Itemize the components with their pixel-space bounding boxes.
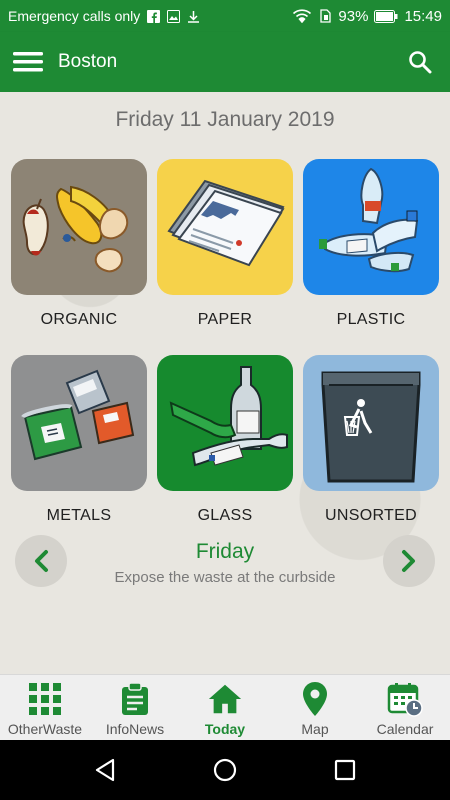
recents-square-icon	[334, 759, 356, 781]
organic-waste-image	[11, 159, 147, 295]
home-circle-icon	[213, 758, 237, 782]
nav-label: Calendar	[376, 721, 434, 737]
sim-icon	[318, 9, 332, 23]
map-pin-icon	[297, 681, 333, 717]
status-bar: Emergency calls only 93% 15:49	[0, 0, 450, 32]
category-label: GLASS	[197, 507, 253, 524]
city-title: Boston	[58, 51, 118, 72]
nav-label: Today	[204, 721, 246, 737]
menu-button[interactable]	[12, 46, 44, 78]
category-label: ORGANIC	[40, 311, 118, 328]
glass-waste-image	[157, 355, 293, 491]
category-label: METALS	[46, 507, 112, 524]
clipboard-icon	[117, 681, 153, 717]
facebook-icon	[146, 9, 160, 23]
main-content: Friday 11 January 2019 ORGANIC PAPER PLA…	[0, 92, 450, 674]
category-label: PAPER	[197, 311, 253, 328]
home-system-button[interactable]	[205, 750, 245, 790]
plastic-waste-image	[303, 159, 439, 295]
wifi-icon	[292, 9, 312, 23]
back-triangle-icon	[95, 758, 115, 782]
category-unsorted[interactable]: UNSORTED	[303, 355, 439, 525]
metals-waste-image	[11, 355, 147, 491]
current-date: Friday 11 January 2019	[115, 108, 335, 131]
chevron-right-icon	[402, 550, 415, 572]
collection-description: Expose the waste at the curbside	[114, 569, 336, 586]
system-navigation-bar	[0, 740, 450, 800]
category-organic[interactable]: ORGANIC	[11, 159, 147, 329]
nav-otherwaste[interactable]: OtherWaste	[0, 675, 90, 740]
nav-label: Map	[301, 721, 329, 737]
nav-today[interactable]: Today	[180, 675, 270, 740]
nav-infonews[interactable]: InfoNews	[90, 675, 180, 740]
bottom-navigation: OtherWaste InfoNews Today Map Calendar	[0, 674, 450, 740]
nav-calendar[interactable]: Calendar	[360, 675, 450, 740]
nav-label: InfoNews	[105, 721, 165, 737]
grid-icon	[27, 681, 63, 717]
recents-button[interactable]	[325, 750, 365, 790]
nav-map[interactable]: Map	[270, 675, 360, 740]
category-plastic[interactable]: PLASTIC	[303, 159, 439, 329]
battery-icon	[374, 9, 398, 23]
category-metals[interactable]: METALS	[11, 355, 147, 525]
category-paper[interactable]: PAPER	[157, 159, 293, 329]
carrier-text: Emergency calls only	[8, 8, 141, 24]
clock: 15:49	[404, 7, 442, 25]
home-icon	[207, 681, 243, 717]
category-glass[interactable]: GLASS	[157, 355, 293, 525]
battery-percent: 93%	[338, 7, 369, 25]
nav-label: OtherWaste	[7, 721, 83, 737]
download-icon	[186, 9, 200, 23]
image-icon	[166, 9, 180, 23]
search-icon	[409, 51, 432, 74]
next-day-button[interactable]	[383, 535, 435, 587]
search-button[interactable]	[402, 44, 438, 80]
category-label: PLASTIC	[336, 311, 406, 328]
unsorted-waste-image	[303, 355, 439, 491]
category-label: UNSORTED	[325, 507, 417, 524]
paper-waste-image	[157, 159, 293, 295]
app-bar: Boston	[0, 32, 450, 92]
back-button[interactable]	[85, 750, 125, 790]
hamburger-icon	[13, 52, 43, 72]
calendar-icon	[387, 681, 423, 717]
